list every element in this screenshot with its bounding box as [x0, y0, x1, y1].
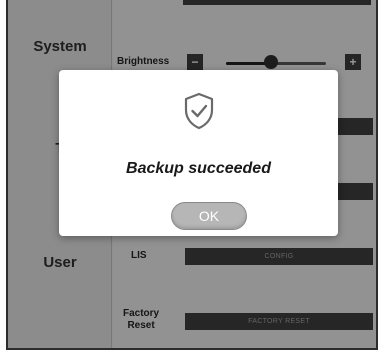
shield-check-icon: [184, 92, 214, 130]
dialog-message: Backup succeeded: [126, 160, 271, 177]
ok-button[interactable]: OK: [171, 202, 247, 230]
settings-screen: System T User Brightness − + LIS CONFIG …: [6, 0, 378, 350]
backup-dialog: Backup succeeded OK: [59, 70, 338, 236]
